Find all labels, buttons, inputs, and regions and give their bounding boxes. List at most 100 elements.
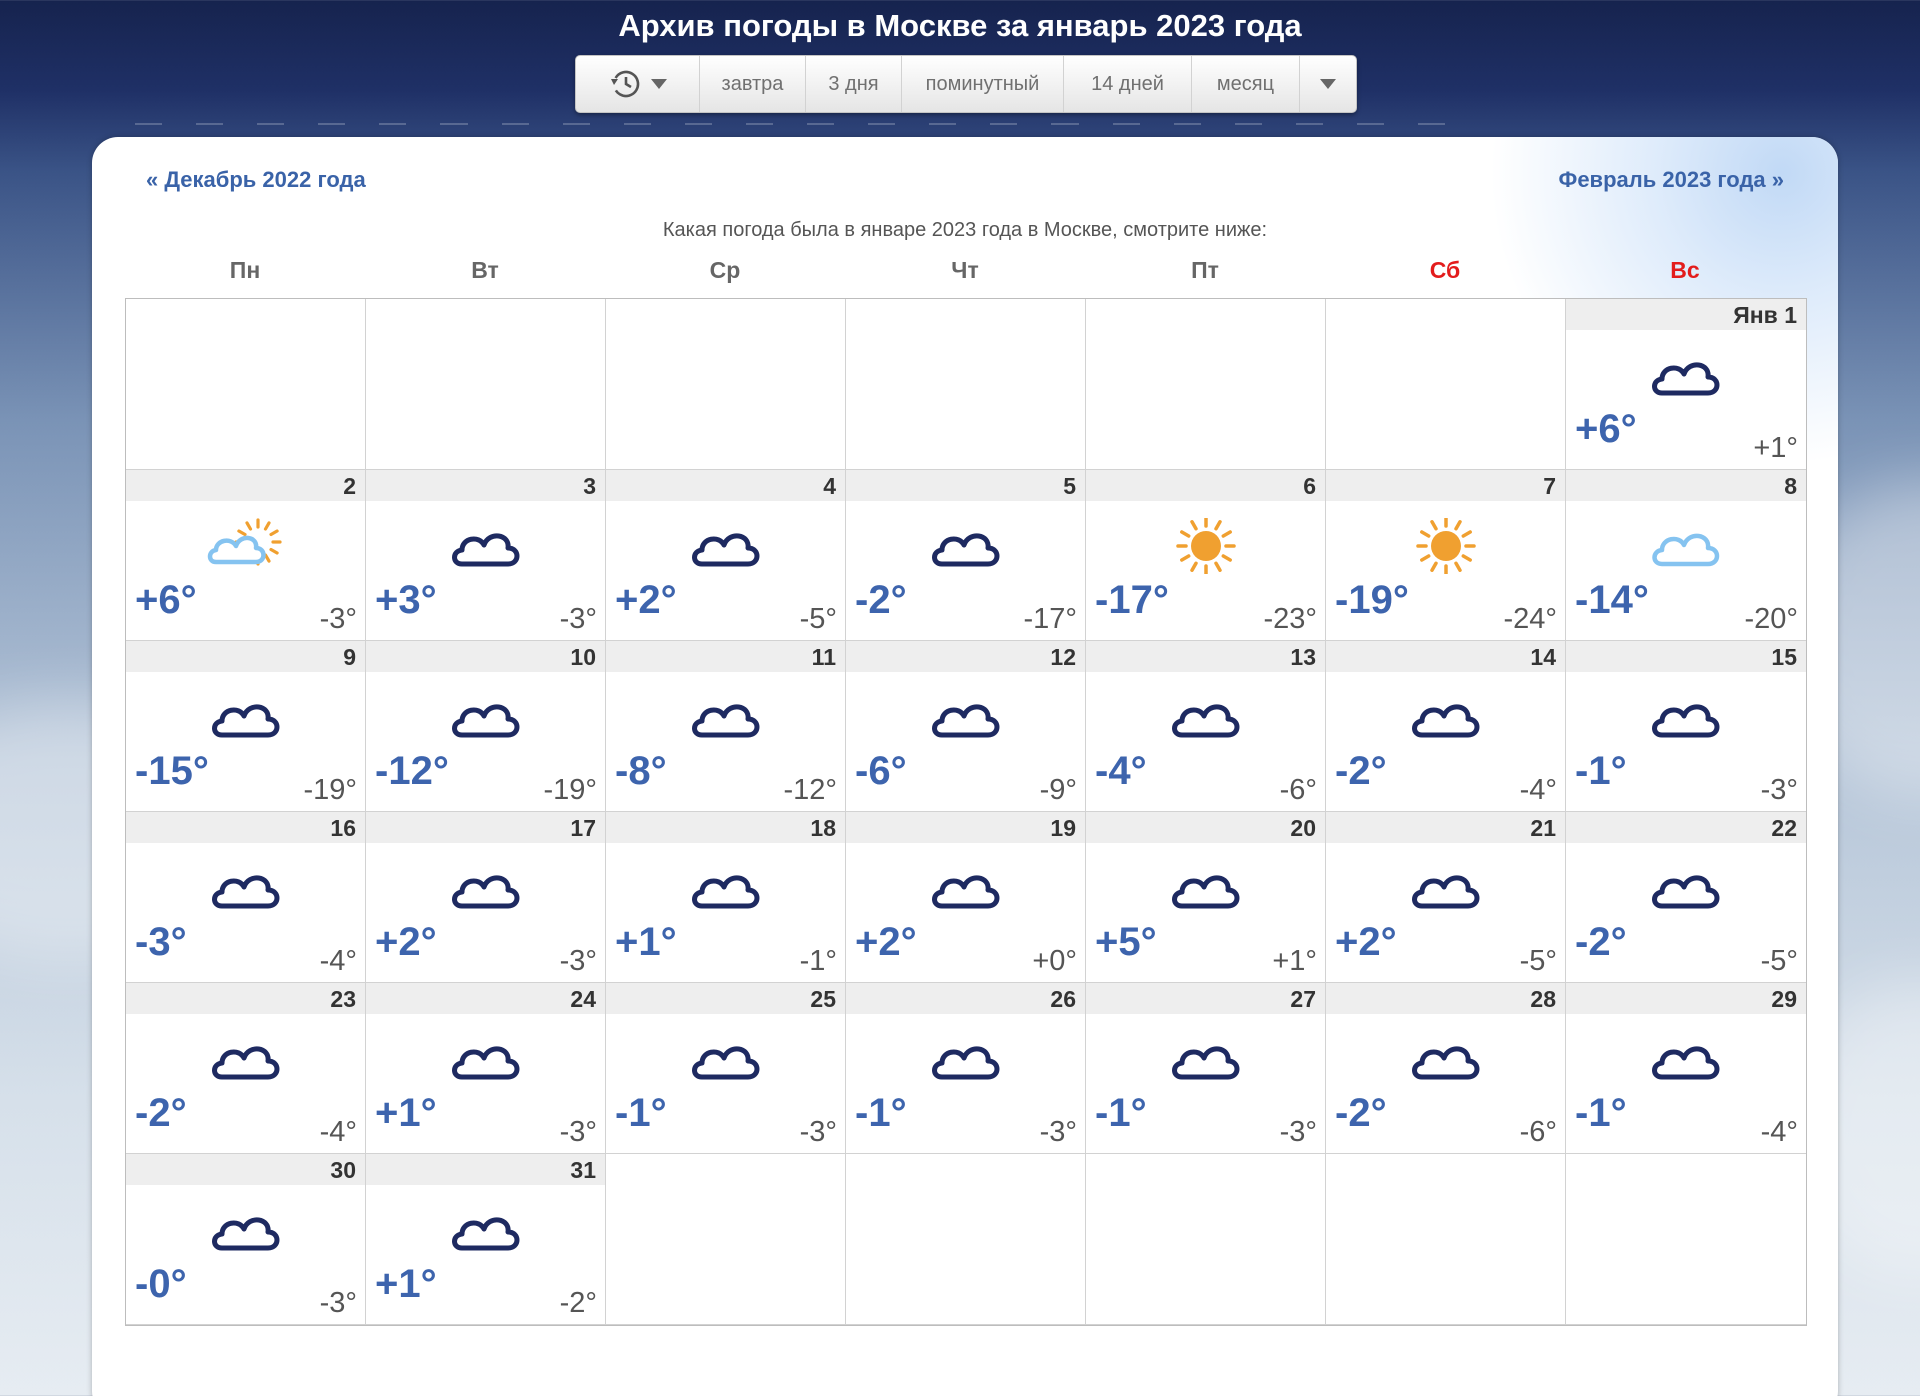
day-cell[interactable]: 27 -1° -3°	[1086, 983, 1326, 1154]
temp-max: -8°	[615, 749, 667, 793]
empty-day-cell	[1326, 1154, 1566, 1325]
next-month-link[interactable]: Февраль 2023 года »	[1559, 167, 1784, 193]
day-number: 31	[366, 1154, 605, 1187]
temp-min: -3°	[799, 1116, 837, 1148]
light-cloud-icon	[1646, 518, 1726, 574]
temp-max: -1°	[855, 1091, 907, 1135]
temp-min: +0°	[1032, 945, 1077, 977]
tab-tomorrow[interactable]: завтра	[700, 56, 806, 112]
weekday-fri: Пт	[1191, 257, 1219, 283]
tab-14-days[interactable]: 14 дней	[1064, 56, 1192, 112]
day-cell[interactable]: 17 +2° -3°	[366, 812, 606, 983]
day-cell[interactable]: 10 -12° -19°	[366, 641, 606, 812]
day-cell[interactable]: Янв 1 +6° +1°	[1566, 299, 1806, 470]
empty-day-cell	[606, 1154, 846, 1325]
day-cell[interactable]: 23 -2° -4°	[126, 983, 366, 1154]
day-number: Янв 1	[1566, 299, 1806, 332]
cloudy-icon	[686, 1031, 766, 1087]
temp-min: +1°	[1272, 945, 1317, 977]
day-cell[interactable]: 26 -1° -3°	[846, 983, 1086, 1154]
day-cell[interactable]: 19 +2° +0°	[846, 812, 1086, 983]
day-cell[interactable]: 30 -0° -3°	[126, 1154, 366, 1325]
day-cell[interactable]: 25 -1° -3°	[606, 983, 846, 1154]
cloudy-icon	[1166, 1031, 1246, 1087]
day-cell[interactable]: 24 +1° -3°	[366, 983, 606, 1154]
day-number: 16	[126, 812, 365, 845]
day-cell[interactable]: 28 -2° -6°	[1326, 983, 1566, 1154]
history-menu-button[interactable]	[576, 56, 700, 112]
day-cell[interactable]: 15 -1° -3°	[1566, 641, 1806, 812]
calendar-grid: Янв 1 +6° +1° 2 +6° -3° 3 +3° -3° 4 +2° -5° 5 -2° -17°…	[125, 298, 1807, 1326]
temp-max: +2°	[855, 920, 917, 964]
empty-day-cell	[606, 299, 846, 470]
day-cell[interactable]: 29 -1° -4°	[1566, 983, 1806, 1154]
temp-min: -6°	[1519, 1116, 1557, 1148]
chevron-down-icon	[1320, 79, 1336, 89]
temp-min: -3°	[1279, 1116, 1317, 1148]
temp-max: -1°	[1575, 1091, 1627, 1135]
temp-min: +1°	[1753, 432, 1798, 464]
forecast-toolbar: завтра 3 дня поминутный 14 дней месяц	[575, 55, 1357, 113]
tab-month[interactable]: месяц	[1192, 56, 1300, 112]
day-cell[interactable]: 4 +2° -5°	[606, 470, 846, 641]
day-cell[interactable]: 11 -8° -12°	[606, 641, 846, 812]
day-cell[interactable]: 22 -2° -5°	[1566, 812, 1806, 983]
day-cell[interactable]: 5 -2° -17°	[846, 470, 1086, 641]
temp-max: -2°	[1335, 1091, 1387, 1135]
day-cell[interactable]: 20 +5° +1°	[1086, 812, 1326, 983]
cloudy-icon	[446, 1202, 526, 1258]
prev-month-link[interactable]: « Декабрь 2022 года	[146, 167, 366, 193]
temp-min: -4°	[319, 945, 357, 977]
calendar-subtitle: Какая погода была в январе 2023 года в М…	[662, 219, 1268, 241]
weekday-wed: Ср	[709, 257, 741, 283]
temp-min: -4°	[1760, 1116, 1798, 1148]
cloudy-icon	[1646, 1031, 1726, 1087]
temp-min: -2°	[559, 1287, 597, 1319]
day-cell[interactable]: 7 -19° -24°	[1326, 470, 1566, 641]
cloudy-icon	[926, 689, 1006, 745]
day-number: 30	[126, 1154, 365, 1187]
day-cell[interactable]: 9 -15° -19°	[126, 641, 366, 812]
temp-min: -3°	[319, 603, 357, 635]
page-title: Архив погоды в Москве за январь 2023 год…	[618, 8, 1302, 43]
cloudy-icon	[446, 860, 526, 916]
day-cell[interactable]: 21 +2° -5°	[1326, 812, 1566, 983]
temp-min: -4°	[1519, 774, 1557, 806]
temp-max: +6°	[1575, 407, 1637, 451]
temp-min: -20°	[1744, 603, 1798, 635]
temp-min: -24°	[1503, 603, 1557, 635]
more-menu-button[interactable]	[1300, 56, 1356, 112]
day-cell[interactable]: 13 -4° -6°	[1086, 641, 1326, 812]
day-number: 2	[126, 470, 365, 503]
day-cell[interactable]: 31 +1° -2°	[366, 1154, 606, 1325]
empty-day-cell	[1326, 299, 1566, 470]
temp-max: +5°	[1095, 920, 1157, 964]
day-cell[interactable]: 3 +3° -3°	[366, 470, 606, 641]
temp-max: +2°	[615, 578, 677, 622]
empty-day-cell	[1566, 1154, 1806, 1325]
tab-minute[interactable]: поминутный	[902, 56, 1064, 112]
temp-min: -4°	[319, 1116, 357, 1148]
day-cell[interactable]: 18 +1° -1°	[606, 812, 846, 983]
temp-min: -5°	[799, 603, 837, 635]
day-cell[interactable]: 6 -17° -23°	[1086, 470, 1326, 641]
day-cell[interactable]: 16 -3° -4°	[126, 812, 366, 983]
day-cell[interactable]: 12 -6° -9°	[846, 641, 1086, 812]
cloudy-icon	[206, 1031, 286, 1087]
day-cell[interactable]: 8 -14° -20°	[1566, 470, 1806, 641]
temp-min: -5°	[1519, 945, 1557, 977]
cloudy-icon	[1406, 689, 1486, 745]
day-number: 15	[1566, 641, 1806, 674]
day-cell[interactable]: 14 -2° -4°	[1326, 641, 1566, 812]
day-number: 20	[1086, 812, 1325, 845]
temp-max: +2°	[1335, 920, 1397, 964]
empty-day-cell	[1086, 299, 1326, 470]
temp-max: +2°	[375, 920, 437, 964]
day-cell[interactable]: 2 +6° -3°	[126, 470, 366, 641]
day-number: 3	[366, 470, 605, 503]
calendar-panel: « Декабрь 2022 года Февраль 2023 года » …	[92, 137, 1838, 1396]
day-number: 19	[846, 812, 1085, 845]
tab-3-days[interactable]: 3 дня	[806, 56, 902, 112]
day-number: 17	[366, 812, 605, 845]
temp-max: +1°	[375, 1262, 437, 1306]
